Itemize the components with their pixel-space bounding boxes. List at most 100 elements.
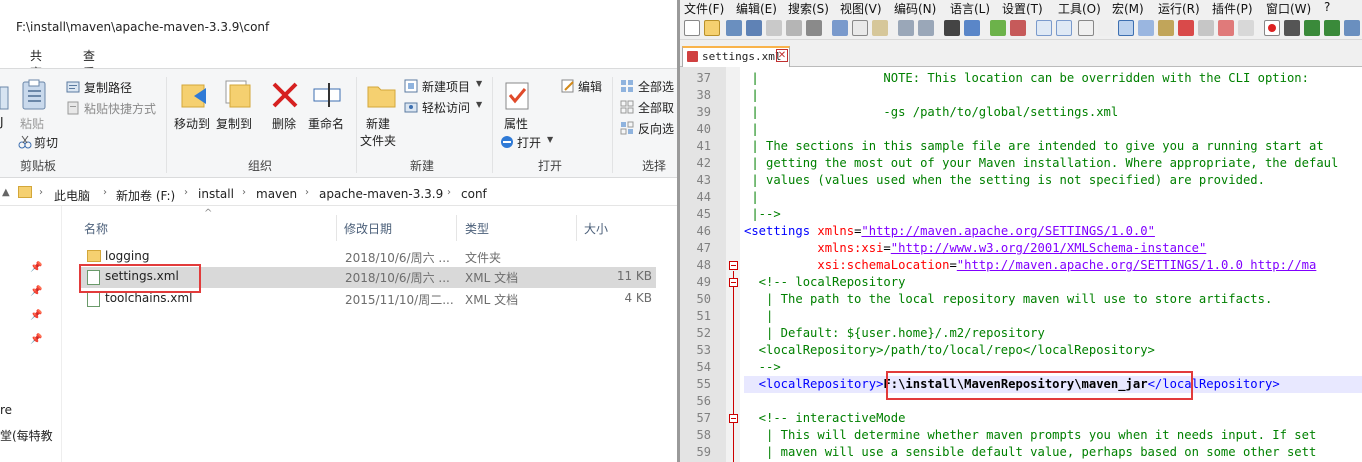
pin-icon[interactable]: 📌 xyxy=(30,286,42,297)
new-folder-button-line1[interactable]: 新建 xyxy=(366,115,390,132)
new-item-button[interactable]: 新建项目 xyxy=(422,78,470,95)
breadcrumb-install[interactable]: install xyxy=(198,187,234,201)
word-wrap-icon[interactable] xyxy=(1078,20,1094,36)
paste-shortcut-button[interactable]: 粘贴快捷方式 xyxy=(84,100,156,117)
function-list-icon[interactable] xyxy=(1178,20,1194,36)
up-arrow-icon[interactable]: ▲ xyxy=(2,187,10,198)
nav-item-partial[interactable]: 堂(每特教 xyxy=(0,427,53,444)
copy-to-button[interactable]: 复制到 xyxy=(216,115,252,132)
close-tab-icon[interactable]: ✕ xyxy=(776,49,788,62)
copy-path-button[interactable]: 复制路径 xyxy=(84,79,132,96)
pin-icon[interactable]: 📌 xyxy=(30,310,42,321)
cut-icon[interactable] xyxy=(832,20,848,36)
easy-access-button[interactable]: 轻松访问 xyxy=(422,99,470,116)
show-all-chars-icon[interactable] xyxy=(1098,20,1114,36)
new-file-icon[interactable] xyxy=(684,20,700,36)
find-icon[interactable] xyxy=(944,20,960,36)
menu-plugins[interactable]: 插件(P) xyxy=(1212,0,1253,17)
move-to-button[interactable]: 移动到 xyxy=(174,115,210,132)
menu-search[interactable]: 搜索(S) xyxy=(788,0,829,17)
open-file-icon[interactable] xyxy=(704,20,720,36)
breadcrumb-conf[interactable]: conf xyxy=(461,187,487,201)
chevron-right-icon[interactable]: › xyxy=(242,187,246,198)
save-macro-icon[interactable] xyxy=(1344,20,1360,36)
column-divider[interactable] xyxy=(456,215,457,241)
sync-v-icon[interactable] xyxy=(1036,20,1052,36)
column-header-date[interactable]: 修改日期 xyxy=(344,220,392,237)
breadcrumb-apache-maven[interactable]: apache-maven-3.3.9 xyxy=(319,187,443,201)
print-icon[interactable] xyxy=(806,20,822,36)
fold-toggle-icon[interactable] xyxy=(729,278,738,287)
save-icon[interactable] xyxy=(726,20,742,36)
paste-button[interactable]: 粘贴 xyxy=(20,115,44,132)
easy-access-dropdown-icon[interactable]: ▼ xyxy=(476,100,482,109)
udl-icon[interactable] xyxy=(1138,20,1154,36)
open-button[interactable]: 打开 xyxy=(517,134,541,151)
fold-toggle-icon[interactable] xyxy=(729,261,738,270)
monitor-icon[interactable] xyxy=(1218,20,1234,36)
menu-window[interactable]: 窗口(W) xyxy=(1266,0,1311,17)
menu-help[interactable]: ? xyxy=(1324,0,1330,14)
menu-run[interactable]: 运行(R) xyxy=(1158,0,1200,17)
menu-encoding[interactable]: 编码(N) xyxy=(894,0,936,17)
menu-tools[interactable]: 工具(O) xyxy=(1058,0,1101,17)
code-editor[interactable]: 37 38 39 40 41 42 43 44 45 46 47 48 49 50 51 52 53 54 55 56… xyxy=(680,67,1362,462)
zoom-out-icon[interactable] xyxy=(1010,20,1026,36)
column-header-type[interactable]: 类型 xyxy=(465,220,489,237)
redo-icon[interactable] xyxy=(918,20,934,36)
new-item-dropdown-icon[interactable]: ▼ xyxy=(476,79,482,88)
new-folder-button-line2[interactable]: 文件夹 xyxy=(360,132,396,149)
close-all-icon[interactable] xyxy=(786,20,802,36)
pin-icon[interactable]: 📌 xyxy=(30,262,42,273)
zoom-in-icon[interactable] xyxy=(990,20,1006,36)
chevron-right-icon[interactable]: › xyxy=(103,187,107,198)
fold-toggle-icon[interactable] xyxy=(729,414,738,423)
stop-macro-icon[interactable] xyxy=(1284,20,1300,36)
undo-icon[interactable] xyxy=(898,20,914,36)
record-macro-icon[interactable] xyxy=(1264,20,1280,36)
code-line: | The path to the local repository maven… xyxy=(744,292,1272,306)
copy-icon[interactable] xyxy=(852,20,868,36)
paste-icon[interactable] xyxy=(872,20,888,36)
column-divider[interactable] xyxy=(576,215,577,241)
column-header-name[interactable]: 名称 xyxy=(84,220,108,237)
chevron-right-icon[interactable]: › xyxy=(39,187,43,198)
folder-workspace-icon[interactable] xyxy=(1198,20,1214,36)
menu-settings[interactable]: 设置(T) xyxy=(1002,0,1043,17)
view-icon[interactable] xyxy=(1238,20,1254,36)
nav-item-partial[interactable]: re xyxy=(0,403,12,417)
save-all-icon[interactable] xyxy=(746,20,762,36)
sync-h-icon[interactable] xyxy=(1056,20,1072,36)
pin-icon[interactable]: 📌 xyxy=(30,334,42,345)
menu-file[interactable]: 文件(F) xyxy=(684,0,724,17)
menu-language[interactable]: 语言(L) xyxy=(950,0,990,17)
menu-view[interactable]: 视图(V) xyxy=(840,0,882,17)
edit-button[interactable]: 编辑 xyxy=(578,78,602,95)
run-macro-multiple-icon[interactable] xyxy=(1324,20,1340,36)
column-header-size[interactable]: 大小 xyxy=(584,220,608,237)
close-icon[interactable] xyxy=(766,20,782,36)
cut-button[interactable]: 剪切 xyxy=(34,134,58,151)
play-macro-icon[interactable] xyxy=(1304,20,1320,36)
doc-map-icon[interactable] xyxy=(1158,20,1174,36)
menu-macro[interactable]: 宏(M) xyxy=(1112,0,1144,17)
chevron-right-icon[interactable]: › xyxy=(447,187,451,198)
rename-button[interactable]: 重命名 xyxy=(308,115,344,132)
breadcrumb-this-pc[interactable]: 此电脑 xyxy=(54,187,90,204)
column-divider[interactable] xyxy=(336,215,337,241)
delete-button[interactable]: 删除 xyxy=(272,115,296,132)
chevron-right-icon[interactable]: › xyxy=(305,187,309,198)
menu-edit[interactable]: 编辑(E) xyxy=(736,0,777,17)
indent-guide-icon[interactable] xyxy=(1118,20,1134,36)
open-dropdown-icon[interactable]: ▼ xyxy=(547,135,553,144)
properties-button[interactable]: 属性 xyxy=(504,115,528,132)
breadcrumb-maven[interactable]: maven xyxy=(256,187,297,201)
replace-icon[interactable] xyxy=(964,20,980,36)
invert-selection-button[interactable]: 反向选 xyxy=(638,120,674,137)
address-bar[interactable]: ▲ › 此电脑 › 新加卷 (F:) › install › maven › a… xyxy=(0,182,677,206)
select-none-button[interactable]: 全部取 xyxy=(638,99,674,116)
breadcrumb-drive[interactable]: 新加卷 (F:) xyxy=(116,187,175,204)
select-all-button[interactable]: 全部选 xyxy=(638,78,674,95)
chevron-right-icon[interactable]: › xyxy=(184,187,188,198)
tab-settings-xml[interactable]: settings.xml ✕ xyxy=(682,46,790,67)
